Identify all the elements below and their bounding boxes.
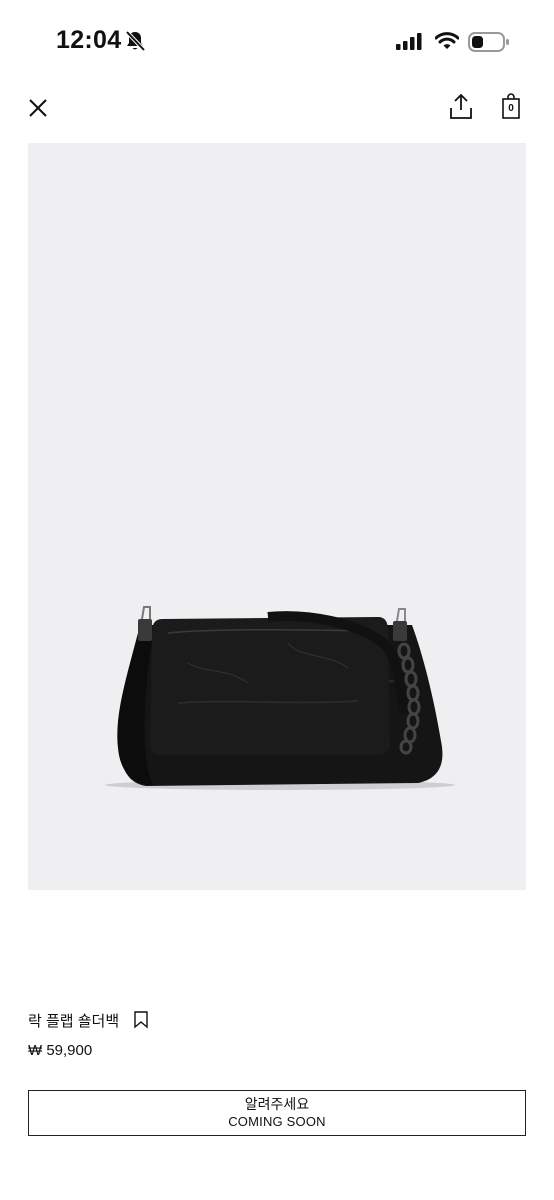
product-image[interactable] — [28, 143, 526, 890]
status-time: 12:04 — [56, 26, 122, 54]
bell-slash-icon — [124, 30, 146, 57]
bag-illustration — [105, 606, 455, 790]
product-name-row: 락 플랩 숄더백 — [28, 1008, 149, 1032]
share-icon[interactable] — [447, 92, 475, 122]
bookmark-icon[interactable] — [133, 1011, 149, 1029]
notify-button-label: 알려주세요 — [244, 1096, 310, 1112]
wifi-icon — [434, 31, 460, 56]
top-nav: 0 — [0, 84, 554, 134]
close-icon[interactable] — [24, 94, 52, 122]
coming-soon-label: COMING SOON — [228, 1114, 326, 1129]
bag-count: 0 — [508, 103, 514, 114]
battery-icon — [468, 31, 510, 58]
product-name: 락 플랩 숄더백 — [28, 1012, 120, 1030]
cellular-signal-icon — [396, 33, 422, 56]
status-bar: 12:04 — [0, 0, 554, 84]
product-price: ₩ 59,900 — [28, 1042, 93, 1059]
shopping-bag-icon[interactable]: 0 — [499, 93, 525, 121]
notify-me-button[interactable]: 알려주세요 COMING SOON — [28, 1090, 526, 1136]
